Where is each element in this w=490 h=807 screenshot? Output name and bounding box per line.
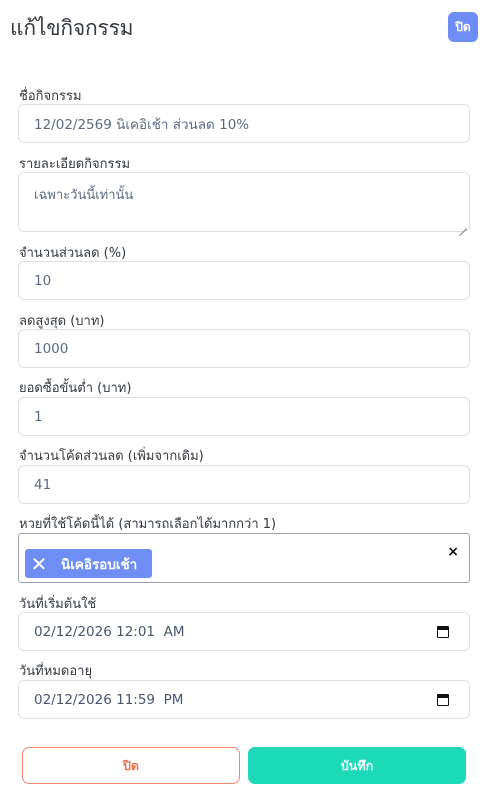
activity-name-value: 12/02/2569 นิเคอิเช้า ส่วนลด 10% [34,116,250,133]
start-date-label: วันที่เริ่มต้นใช้ [19,597,97,612]
clear-selection-icon[interactable]: × [447,544,459,560]
selected-chip: ✕ นิเคอิรอบเช้า [25,549,152,578]
save-button[interactable]: บันทึก [248,747,466,784]
expire-date-value: 02/12/2026 11:59 PM [34,691,184,708]
code-count-label: จำนวนโค้ดส่วนลด (เพิ่มจากเดิม) [19,449,204,464]
chip-label: นิเคอิรอบเช้า [61,556,138,573]
start-date-input[interactable]: 02/12/2026 12:01 AM [18,612,470,651]
activity-detail-value: เฉพาะวันนี้เท่านั้น [34,188,134,203]
min-purchase-label: ยอดซื้อขั้นต่ำ (บาท) [19,381,132,396]
max-discount-label: ลดสูงสุด (บาท) [19,314,105,329]
min-purchase-value: 1 [34,408,43,425]
start-date-value: 02/12/2026 12:01 AM [34,623,185,640]
code-count-value: 41 [34,476,52,493]
calendar-icon[interactable] [437,694,449,706]
activity-name-label: ชื่อกิจกรรม [19,89,82,104]
lottery-multiselect[interactable]: ✕ นิเคอิรอบเช้า × [18,533,470,583]
modal-header: แก้ไขกิจกรรม ปิด [0,0,490,56]
expire-date-input[interactable]: 02/12/2026 11:59 PM [18,680,470,719]
lottery-select-label: หวยที่ใช้โค้ดนี้ได้ (สามารถเลือกได้มากกว… [19,517,277,532]
close-badge-button[interactable]: ปิด [448,12,478,42]
discount-percent-label: จำนวนส่วนลด (%) [19,246,127,261]
chip-remove-icon[interactable]: ✕ [25,549,53,578]
modal-title: แก้ไขกิจกรรม [10,16,134,40]
min-purchase-input[interactable]: 1 [18,397,470,436]
calendar-icon[interactable] [437,626,449,638]
activity-name-input[interactable]: 12/02/2569 นิเคอิเช้า ส่วนลด 10% [18,104,470,143]
resize-handle-icon[interactable] [459,221,467,229]
activity-detail-label: รายละเอียดกิจกรรม [19,157,131,172]
activity-detail-textarea[interactable]: เฉพาะวันนี้เท่านั้น [18,172,470,232]
close-button[interactable]: ปิด [22,747,240,784]
discount-percent-input[interactable]: 10 [18,261,470,300]
code-count-input[interactable]: 41 [18,465,470,504]
expire-date-label: วันที่หมดอายุ [19,664,93,679]
max-discount-value: 1000 [34,340,69,357]
discount-percent-value: 10 [34,272,52,289]
max-discount-input[interactable]: 1000 [18,329,470,368]
